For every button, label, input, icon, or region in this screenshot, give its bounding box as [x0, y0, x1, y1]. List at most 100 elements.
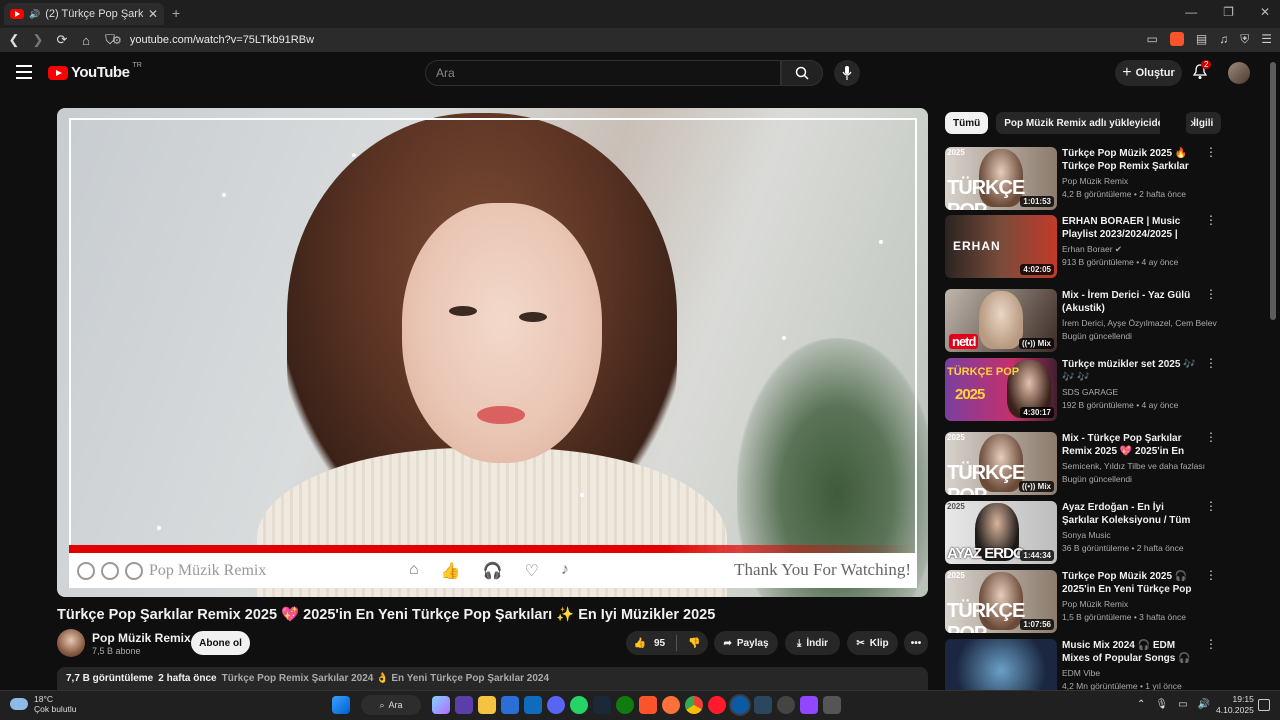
steam-icon[interactable]	[593, 696, 611, 714]
guide-menu-icon[interactable]	[16, 65, 32, 83]
edge-icon[interactable]	[731, 696, 749, 714]
share-button[interactable]: ➦ Paylaş	[714, 631, 778, 655]
close-tab-icon[interactable]: ✕	[148, 7, 158, 21]
page-scrollbar[interactable]	[1270, 62, 1276, 320]
more-vert-icon[interactable]: ⋮	[1205, 357, 1217, 369]
new-tab-button[interactable]: +	[172, 5, 180, 21]
network-icon[interactable]: ▭	[1178, 699, 1187, 710]
reco-channel[interactable]: SDS GARAGE	[1062, 387, 1217, 397]
more-vert-icon[interactable]: ⋮	[1205, 146, 1217, 158]
reco-channel[interactable]: Pop Müzik Remix	[1062, 176, 1217, 186]
reco-title[interactable]: ERHAN BORAER | Music Playlist 2023/2024/…	[1062, 215, 1200, 242]
chevron-right-icon[interactable]: ›	[1190, 114, 1195, 130]
menu-icon[interactable]: ☰	[1261, 32, 1272, 47]
video-thumbnail[interactable]: netd ((•)) Mix	[945, 289, 1057, 352]
forward-icon[interactable]: ❯	[28, 32, 48, 48]
list-item[interactable]: 2025 TÜRKÇE POP 1:07:56 Türkçe Pop Müzik…	[945, 569, 1220, 636]
store-icon[interactable]	[501, 696, 519, 714]
list-item[interactable]: 2025 AYAZ ERDO 1:44:34 Ayaz Erdoğan - En…	[945, 500, 1220, 567]
reco-channel[interactable]: İrem Derici, Ayşe Özyılmazel, Cem Belevi…	[1062, 318, 1217, 328]
more-vert-icon[interactable]: ⋮	[1205, 569, 1217, 581]
clip-button[interactable]: ✂ Klip	[847, 631, 898, 655]
github-icon[interactable]	[777, 696, 795, 714]
video-player[interactable]: Pop Müzik Remix ⌂ 👍 🎧 ♡ ♪ Thank You For …	[57, 108, 928, 597]
notification-center-icon[interactable]	[1258, 699, 1270, 711]
reader-icon[interactable]: ▤	[1196, 32, 1207, 47]
speaker-icon[interactable]: 🔊	[29, 9, 40, 20]
reload-icon[interactable]: ⟳	[52, 32, 72, 48]
video-thumbnail[interactable]: 2025 AYAZ ERDO 1:44:34	[945, 501, 1057, 564]
search-button[interactable]	[781, 60, 823, 86]
list-item[interactable]: TÜRKÇE POP 2025 4:30:17 Türkçe müzikler …	[945, 357, 1220, 424]
video-thumbnail[interactable]: TÜRKÇE POP 2025 4:30:17	[945, 358, 1057, 421]
reco-title[interactable]: Türkçe Pop Müzik 2025 🔥 Türkçe Pop Remix…	[1062, 147, 1200, 174]
discord-icon[interactable]	[547, 696, 565, 714]
reco-title[interactable]: Mix - İrem Derici - Yaz Gülü (Akustik)	[1062, 289, 1200, 315]
start-icon[interactable]	[332, 696, 350, 714]
video-thumbnail[interactable]: ERHAN 4:02:05	[945, 215, 1057, 278]
reco-title[interactable]: Ayaz Erdoğan - En İyi Şarkılar Koleksiyo…	[1062, 501, 1200, 528]
chip-from-uploader[interactable]: Pop Müzik Remix adlı yükleyiciden	[996, 112, 1178, 134]
address-field[interactable]: ⚙ youtube.com/watch?v=75LTkb91RBw	[112, 30, 1122, 50]
reco-title[interactable]: Türkçe Pop Müzik 2025 🎧 2025'in En Yeni …	[1062, 570, 1200, 597]
notifications-button[interactable]: 2	[1192, 60, 1212, 85]
twitch-icon[interactable]	[800, 696, 818, 714]
browser-tab[interactable]: 🔊 (2) Türkçe Pop Şarkılar Remix ✕	[4, 3, 164, 25]
video-thumbnail[interactable]: 2025 TÜRKÇE POP 1:07:56	[945, 570, 1057, 633]
more-vert-icon[interactable]: ⋮	[1205, 638, 1217, 650]
xbox-icon[interactable]	[616, 696, 634, 714]
opera-icon[interactable]	[708, 696, 726, 714]
reco-title[interactable]: Music Mix 2024 🎧 EDM Mixes of Popular So…	[1062, 639, 1200, 666]
clock[interactable]: 19:15 4.10.2025	[1216, 694, 1254, 716]
microphone-icon[interactable]: 🎙	[1155, 699, 1168, 710]
description-tags[interactable]: Türkçe Pop Remix Şarkılar 2024 👌 En Yeni…	[222, 673, 549, 685]
back-icon[interactable]: ❮	[4, 32, 24, 48]
volume-icon[interactable]: 🔊	[1198, 699, 1210, 710]
settings-icon[interactable]	[823, 696, 841, 714]
list-item[interactable]: 2025 TÜRKÇE POP 1:01:53 Türkçe Pop Müzik…	[945, 146, 1220, 213]
chevron-up-icon[interactable]: ⌃	[1137, 699, 1145, 710]
copilot-icon[interactable]	[432, 696, 450, 714]
list-item[interactable]: ERHAN 4:02:05 ERHAN BORAER | Music Playl…	[945, 214, 1220, 281]
cast-icon[interactable]: ▭	[1147, 32, 1158, 47]
steam-client-icon[interactable]	[754, 696, 772, 714]
avatar[interactable]	[1228, 62, 1250, 84]
channel-avatar[interactable]	[57, 629, 85, 657]
restore-button[interactable]: ❐	[1223, 5, 1234, 19]
brave-shields-icon[interactable]	[1169, 32, 1184, 46]
file-explorer-icon[interactable]	[478, 696, 496, 714]
chrome-icon[interactable]	[685, 696, 703, 714]
list-item[interactable]: netd ((•)) Mix Mix - İrem Derici - Yaz G…	[945, 288, 1220, 355]
like-button[interactable]: 👍 95	[633, 638, 665, 649]
home-icon[interactable]: ⌂	[76, 33, 96, 48]
whatsapp-icon[interactable]	[570, 696, 588, 714]
reco-title[interactable]: Türkçe müzikler set 2025 🎶 🎶 🎶	[1062, 358, 1200, 384]
youtube-logo[interactable]: YouTube TR	[48, 62, 142, 81]
widgets-icon[interactable]	[455, 696, 473, 714]
video-thumbnail[interactable]: 2025 TÜRKÇE POP 1:01:53	[945, 147, 1057, 210]
minimize-button[interactable]: —	[1185, 5, 1197, 19]
dislike-icon[interactable]: 👎	[688, 638, 700, 649]
reco-channel[interactable]: Semicenk, Yıldız Tilbe ve daha fazlası	[1062, 461, 1217, 471]
taskbar-search[interactable]: ⌕ Ara	[361, 695, 421, 715]
close-window-button[interactable]: ✕	[1260, 5, 1270, 19]
music-icon[interactable]: ♫	[1219, 32, 1228, 47]
more-vert-icon[interactable]: ⋮	[1205, 431, 1217, 443]
brave-icon[interactable]	[639, 696, 657, 714]
more-vert-icon[interactable]: ⋮	[1205, 214, 1217, 226]
reco-title[interactable]: Mix - Türkçe Pop Şarkılar Remix 2025 💖 2…	[1062, 432, 1200, 459]
more-actions-button[interactable]: •••	[904, 631, 928, 655]
list-item[interactable]: 2025 TÜRKÇE POP ((•)) Mix Mix - Türkçe P…	[945, 431, 1220, 498]
chip-all[interactable]: Tümü	[945, 112, 989, 134]
create-button[interactable]: + Oluştur	[1115, 60, 1182, 86]
vpn-icon[interactable]: ⛨	[1240, 32, 1249, 47]
outlook-icon[interactable]	[524, 696, 542, 714]
description-box[interactable]: 7,7 B görüntüleme 2 hafta önce Türkçe Po…	[57, 667, 928, 691]
more-vert-icon[interactable]: ⋮	[1205, 500, 1217, 512]
more-vert-icon[interactable]: ⋮	[1205, 288, 1217, 300]
search-input[interactable]: Ara	[425, 60, 781, 86]
download-button[interactable]: ⤓ İndir	[785, 631, 840, 655]
channel-name[interactable]: Pop Müzik Remix	[92, 631, 191, 645]
reco-channel[interactable]: EDM Vibe	[1062, 668, 1217, 678]
site-info-icon[interactable]: ⚙	[112, 34, 122, 47]
